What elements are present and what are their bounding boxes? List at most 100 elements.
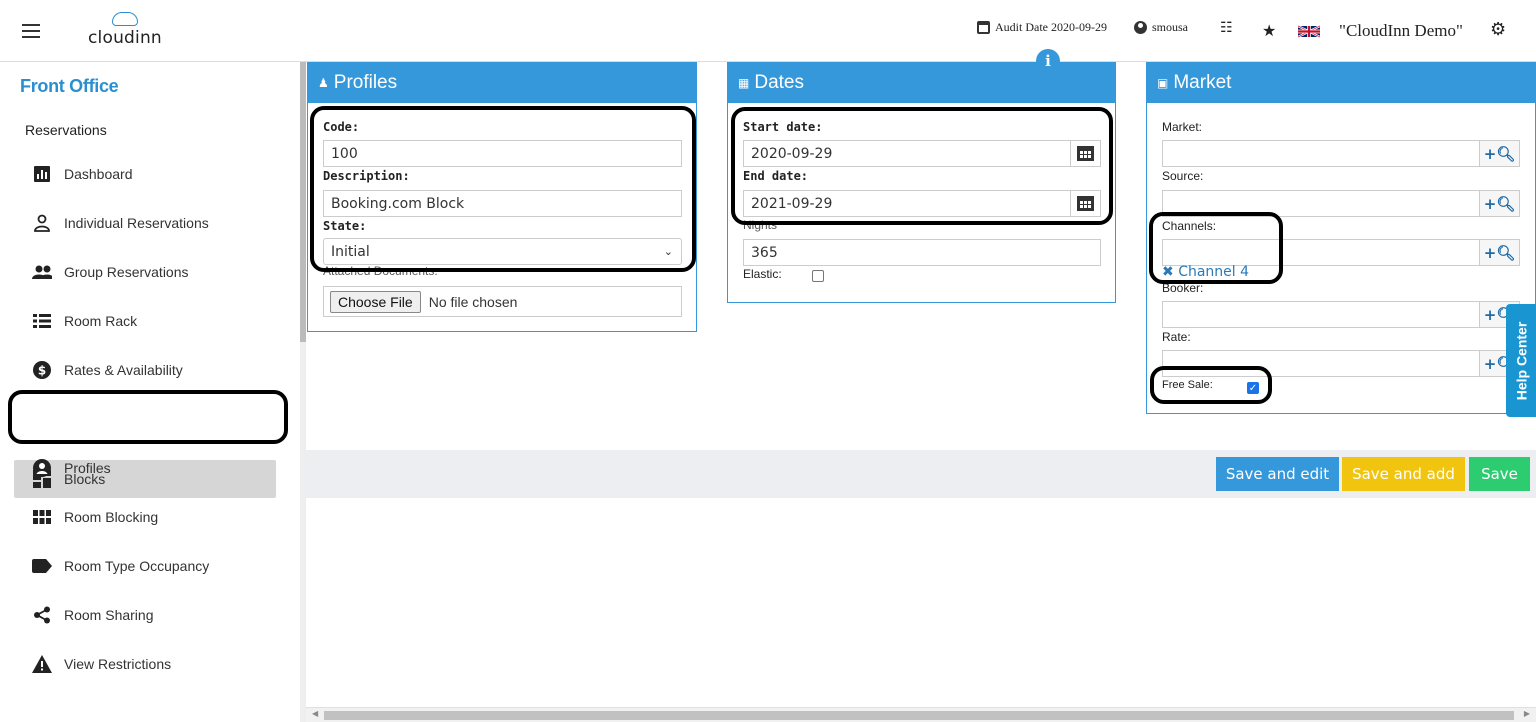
user-menu[interactable]: smousa xyxy=(1134,20,1188,35)
channel-tag-label: Channel 4 xyxy=(1178,264,1250,280)
nights-input[interactable]: 365 xyxy=(743,239,1101,266)
star-icon[interactable]: ★ xyxy=(1262,21,1276,41)
horizontal-scrollbar[interactable]: ◀ ▶ xyxy=(306,707,1536,722)
calendar-small-icon: ▦ xyxy=(738,76,750,90)
end-date-label: End date: xyxy=(743,169,809,183)
audit-date-label: Audit Date 2020-09-29 xyxy=(995,20,1107,34)
market-panel: ▣ Market Market: +🔍︎ Source: +🔍︎ Channel… xyxy=(1146,62,1536,414)
scroll-right-icon[interactable]: ▶ xyxy=(1524,709,1530,718)
calendar-icon xyxy=(977,21,990,34)
sidebar-item-label: Room Rack xyxy=(64,313,138,329)
sidebar-item-label: Individual Reservations xyxy=(64,215,209,231)
state-select-value: Initial xyxy=(331,243,370,260)
sidebar-item-label: Group Reservations xyxy=(64,264,189,280)
save-button[interactable]: Save xyxy=(1469,457,1530,491)
market-label: Market: xyxy=(1162,120,1203,134)
gear-icon[interactable]: ⚙ xyxy=(1490,19,1506,40)
calendar-picker-icon[interactable] xyxy=(1070,191,1100,216)
user-small-icon: ♟ xyxy=(318,76,329,90)
sidebar-item-label: Rates & Availability xyxy=(64,362,183,378)
dollar-icon: $ xyxy=(32,360,52,380)
apps-grid-icon[interactable]: ☷ xyxy=(1220,20,1233,37)
add-search-button[interactable]: +🔍︎ xyxy=(1479,141,1519,166)
logo[interactable]: cloudinn xyxy=(88,12,162,48)
choose-file-button[interactable]: Choose File xyxy=(330,290,421,313)
hotel-name[interactable]: "CloudInn Demo" xyxy=(1339,21,1463,41)
channels-label: Channels: xyxy=(1162,219,1217,233)
rate-input[interactable]: +🔍︎ xyxy=(1162,350,1520,377)
sidebar-item-room-rack[interactable]: Room Rack xyxy=(14,303,276,339)
description-label: Description: xyxy=(323,169,410,183)
free-sale-label: Free Sale: xyxy=(1162,379,1213,391)
market-title: Market xyxy=(1173,72,1232,93)
channel-tag[interactable]: ✖ Channel 4 xyxy=(1162,264,1249,280)
label-icon xyxy=(32,556,52,576)
info-icon[interactable]: i xyxy=(1036,49,1060,73)
grid-icon xyxy=(32,507,52,527)
hamburger-menu-icon[interactable] xyxy=(22,24,40,38)
booker-input[interactable]: +🔍︎ xyxy=(1162,301,1520,328)
sidebar-item-label: Profiles xyxy=(64,460,111,476)
horizontal-scroll-thumb[interactable] xyxy=(324,711,1514,720)
sidebar-item-label: Room Blocking xyxy=(64,509,159,525)
top-bar: cloudinn Audit Date 2020-09-29 smousa ☷ … xyxy=(0,0,1536,62)
start-date-input[interactable]: 2020-09-29 xyxy=(743,140,1101,167)
sidebar-item-group-reservations[interactable]: Group Reservations xyxy=(14,254,276,290)
code-label: Code: xyxy=(323,120,360,134)
sidebar-item-dashboard[interactable]: Dashboard xyxy=(14,156,276,192)
sidebar-item-individual-reservations[interactable]: Individual Reservations xyxy=(14,205,276,241)
sidebar-item-label: Room Type Occupancy xyxy=(64,558,210,574)
add-search-button[interactable]: +🔍︎ xyxy=(1479,191,1519,216)
sidebar-item-room-blocking[interactable]: Room Blocking xyxy=(14,499,276,535)
file-input[interactable]: Choose File No file chosen xyxy=(323,286,682,317)
description-input[interactable]: Booking.com Block xyxy=(323,190,682,217)
sidebar-item-view-restrictions[interactable]: View Restrictions xyxy=(14,646,276,682)
state-select[interactable]: Initial ⌄ xyxy=(323,238,682,265)
elastic-checkbox[interactable] xyxy=(812,270,824,282)
rate-label: Rate: xyxy=(1162,330,1191,344)
save-and-add-button[interactable]: Save and add xyxy=(1342,457,1465,491)
sidebar-title[interactable]: Front Office xyxy=(20,76,119,97)
username: smousa xyxy=(1152,20,1188,34)
person-icon xyxy=(32,213,52,233)
uk-flag-icon[interactable] xyxy=(1298,24,1320,39)
sidebar-item-label: Room Sharing xyxy=(64,607,154,623)
attached-documents-label: Attached Documents: xyxy=(323,264,438,278)
chevron-down-icon: ⌄ xyxy=(663,245,673,258)
remove-tag-icon[interactable]: ✖ xyxy=(1162,264,1174,280)
sidebar-item-room-sharing[interactable]: Room Sharing xyxy=(14,597,276,633)
sidebar-scroll-thumb[interactable] xyxy=(300,62,306,342)
group-icon xyxy=(32,262,52,282)
end-date-input[interactable]: 2021-09-29 xyxy=(743,190,1101,217)
dates-title: Dates xyxy=(754,72,804,93)
free-sale-checkbox[interactable]: ✓ xyxy=(1247,382,1259,394)
end-date-value: 2021-09-29 xyxy=(751,195,833,212)
code-input[interactable]: 100 xyxy=(323,140,682,167)
user-icon xyxy=(1134,21,1147,34)
market-input[interactable]: +🔍︎ xyxy=(1162,140,1520,167)
sidebar-item-rates-availability[interactable]: $ Rates & Availability xyxy=(14,352,276,388)
sidebar-item-profiles[interactable]: Profiles xyxy=(14,450,276,486)
source-input[interactable]: +🔍︎ xyxy=(1162,190,1520,217)
audit-date: Audit Date 2020-09-29 xyxy=(977,20,1107,35)
sidebar-scrollbar[interactable] xyxy=(300,62,306,722)
sidebar-section-reservations[interactable]: Reservations xyxy=(25,122,107,138)
sidebar: Front Office Reservations Dashboard Indi… xyxy=(0,62,300,722)
market-panel-header: ▣ Market xyxy=(1147,63,1535,103)
source-label: Source: xyxy=(1162,169,1204,183)
scroll-left-icon[interactable]: ◀ xyxy=(312,709,318,718)
add-search-button[interactable]: +🔍︎ xyxy=(1479,240,1519,265)
calendar-picker-icon[interactable] xyxy=(1070,141,1100,166)
sidebar-item-label: Dashboard xyxy=(64,166,133,182)
profiles-title: Profiles xyxy=(333,72,398,93)
profiles-panel-header: ♟ Profiles xyxy=(308,63,696,103)
start-date-label: Start date: xyxy=(743,120,823,134)
file-status: No file chosen xyxy=(428,293,518,310)
help-center-tab[interactable]: Help Center xyxy=(1506,304,1536,417)
save-and-edit-button[interactable]: Save and edit xyxy=(1216,457,1339,491)
cloud-logo-icon xyxy=(112,12,138,26)
sidebar-item-label: View Restrictions xyxy=(64,656,172,672)
sidebar-item-room-type-occupancy[interactable]: Room Type Occupancy xyxy=(14,548,276,584)
channels-input[interactable]: +🔍︎ xyxy=(1162,239,1520,266)
elastic-label: Elastic: xyxy=(743,267,782,281)
